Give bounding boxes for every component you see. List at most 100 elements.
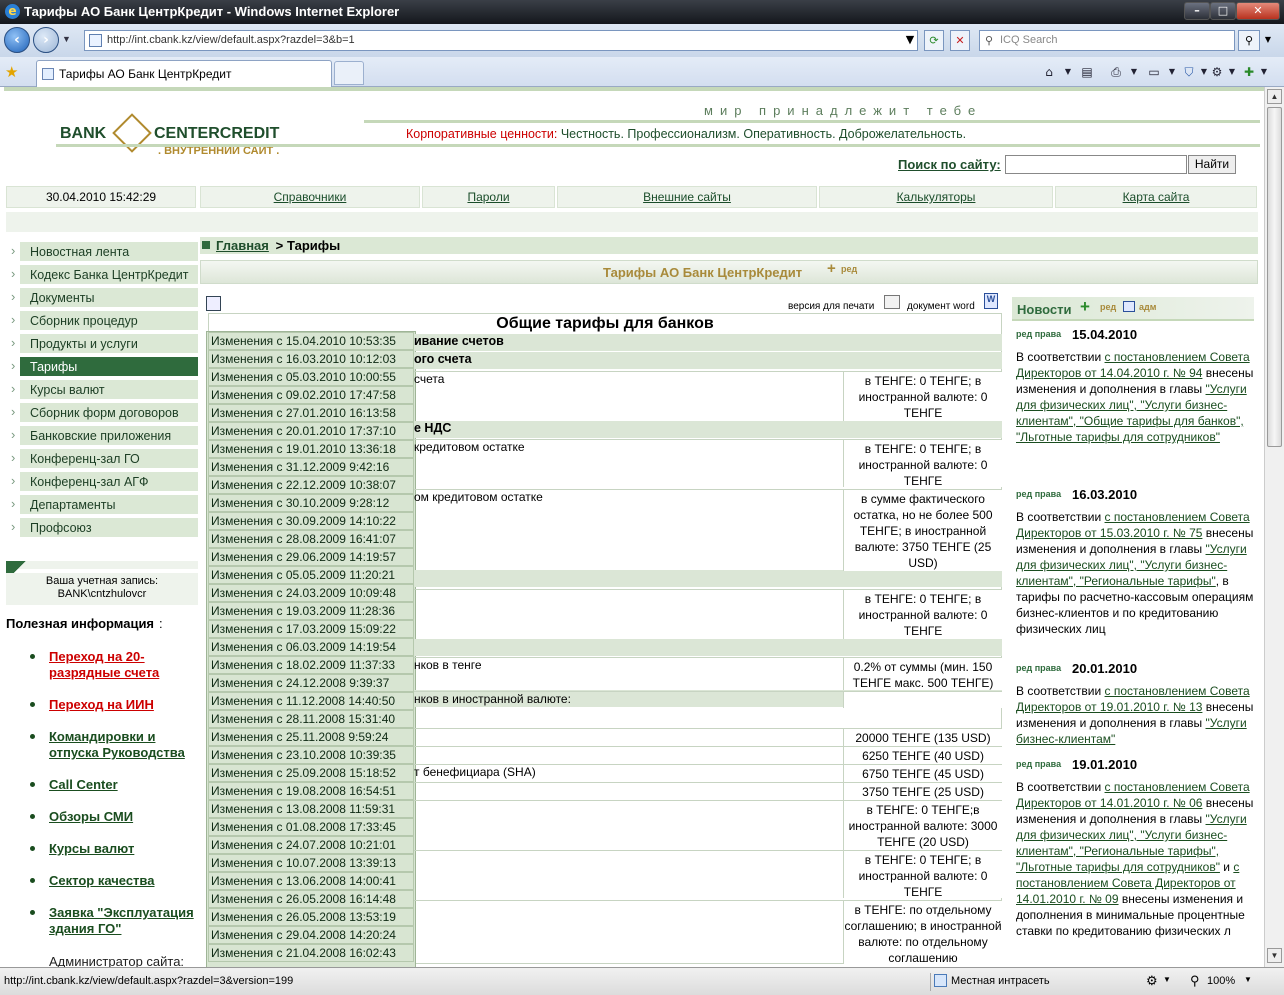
nav-external-sites[interactable]: Внешние сайты — [557, 186, 817, 208]
useful-link[interactable]: Переход на ИИН — [30, 697, 199, 713]
page-dropdown-icon[interactable]: ▼ — [1166, 62, 1178, 82]
print-version-link[interactable]: версия для печати — [788, 301, 874, 312]
minimize-button[interactable]: – — [1184, 2, 1210, 20]
news-meta[interactable]: ред права — [1016, 329, 1061, 339]
tools-gear-icon[interactable]: ⚙ — [1206, 62, 1228, 82]
stop-icon[interactable]: ✕ — [950, 30, 970, 51]
history-item[interactable]: Изменения с 11.12.2008 14:40:50 — [208, 692, 414, 710]
useful-link[interactable]: Сектор качества — [30, 873, 199, 889]
history-item[interactable]: Изменения с 18.02.2009 11:37:33 — [208, 656, 414, 674]
left-menu-item[interactable]: Документы — [11, 288, 198, 309]
nav-passwords[interactable]: Пароли — [422, 186, 555, 208]
history-item[interactable]: Изменения с 15.04.2010 10:53:35 — [208, 332, 414, 350]
history-item[interactable]: Изменения с 24.03.2009 10:09:48 — [208, 584, 414, 602]
research-icon[interactable]: ✚ — [1238, 62, 1260, 82]
search-go-icon[interactable]: ⚲ — [1238, 30, 1260, 51]
history-item[interactable]: Изменения с 13.08.2008 11:59:31 — [208, 800, 414, 818]
history-item[interactable]: Изменения с 19.08.2008 16:54:51 — [208, 782, 414, 800]
refresh-icon[interactable]: ⟳ — [924, 30, 944, 51]
useful-link[interactable]: Курсы валют — [30, 841, 199, 857]
history-item[interactable]: Изменения с 29.06.2009 14:19:57 — [208, 548, 414, 566]
nav-sitemap[interactable]: Карта сайта — [1055, 186, 1257, 208]
history-item[interactable]: Изменения с 13.06.2008 14:00:41 — [208, 872, 414, 890]
history-item[interactable]: Изменения с 25.11.2008 9:59:24 — [208, 728, 414, 746]
history-item[interactable]: Изменения с 24.12.2008 9:39:37 — [208, 674, 414, 692]
history-item[interactable]: Изменения с 10.07.2008 13:39:13 — [208, 854, 414, 872]
breadcrumb-home[interactable]: Главная — [216, 238, 269, 253]
page-header-edit-link[interactable]: ред — [841, 264, 857, 274]
add-tariff-icon[interactable]: + — [827, 260, 836, 277]
history-item[interactable]: Изменения с 28.08.2009 16:41:07 — [208, 530, 414, 548]
forward-button[interactable]: › — [33, 27, 59, 53]
news-meta[interactable]: ред права — [1016, 663, 1061, 673]
left-menu-item[interactable]: Конференц-зал ГО — [11, 449, 198, 470]
useful-link[interactable]: Командировки и отпуска Руководства — [30, 729, 199, 761]
history-item[interactable]: Изменения с 25.09.2008 15:18:52 — [208, 764, 414, 782]
search-options-icon[interactable]: ▼ — [1261, 30, 1275, 51]
print-icon-page[interactable] — [884, 295, 900, 309]
left-menu-item[interactable]: Тарифы — [11, 357, 198, 378]
history-item[interactable]: Изменения с 30.09.2009 14:10:22 — [208, 512, 414, 530]
maximize-button[interactable]: □ — [1210, 2, 1236, 20]
history-item[interactable]: Изменения с 22.12.2009 10:38:07 — [208, 476, 414, 494]
print-dropdown-icon[interactable]: ▼ — [1128, 62, 1140, 82]
nav-calculators[interactable]: Калькуляторы — [819, 186, 1053, 208]
close-window-button[interactable]: ✕ — [1236, 2, 1280, 20]
history-item[interactable]: Изменения с 16.03.2010 10:12:03 — [208, 350, 414, 368]
zoom-dropdown-icon[interactable]: ▼ — [1244, 975, 1252, 984]
zoom-icon[interactable]: ⚲ — [1190, 973, 1200, 989]
history-item[interactable]: Изменения с 01.08.2008 17:33:45 — [208, 818, 414, 836]
news-admin-icon[interactable] — [1123, 301, 1135, 312]
search-input[interactable]: ICQ Search — [979, 30, 1235, 51]
left-menu-item[interactable]: Курсы валют — [11, 380, 198, 401]
protected-dropdown-icon[interactable]: ▼ — [1163, 975, 1171, 984]
useful-link[interactable]: Call Center — [30, 777, 199, 793]
feeds-icon[interactable]: ▤ — [1076, 62, 1098, 82]
zoom-doc-icon[interactable] — [206, 296, 221, 311]
zoom-level[interactable]: 100% — [1207, 975, 1235, 987]
scroll-down-icon[interactable]: ▼ — [1267, 948, 1282, 963]
site-search-input[interactable] — [1005, 155, 1187, 174]
history-item[interactable]: Изменения с 24.07.2008 10:21:01 — [208, 836, 414, 854]
left-menu-item[interactable]: Конференц-зал АГФ — [11, 472, 198, 493]
address-bar[interactable]: http://int.cbank.kz/view/default.aspx?ra… — [84, 30, 918, 51]
favorites-star-icon[interactable]: ★ — [5, 63, 18, 81]
history-item[interactable]: Изменения с 06.03.2009 14:19:54 — [208, 638, 414, 656]
history-item[interactable]: Изменения с 30.10.2009 9:28:12 — [208, 494, 414, 512]
history-item[interactable]: Изменения с 23.10.2008 10:39:35 — [208, 746, 414, 764]
news-admin-link[interactable]: адм — [1139, 302, 1156, 312]
back-button[interactable]: ‹ — [4, 27, 30, 53]
left-menu-item[interactable]: Профсоюз — [11, 518, 198, 539]
history-item[interactable]: Изменения с 09.02.2010 17:47:58 — [208, 386, 414, 404]
history-item[interactable]: Изменения с 19.01.2010 13:36:18 — [208, 440, 414, 458]
site-search-button[interactable]: Найти — [1188, 155, 1236, 174]
news-meta[interactable]: ред права — [1016, 759, 1061, 769]
history-item[interactable]: Изменения с 21.04.2008 16:02:43 — [208, 944, 414, 962]
history-dropdown-icon[interactable]: ▼ — [62, 34, 71, 44]
history-item[interactable]: Изменения с 28.11.2008 15:31:40 — [208, 710, 414, 728]
history-item[interactable]: Изменения с 05.03.2010 10:00:55 — [208, 368, 414, 386]
left-menu-item[interactable]: Департаменты — [11, 495, 198, 516]
left-menu-item[interactable]: Кодекс Банка ЦентрКредит — [11, 265, 198, 286]
home-dropdown-icon[interactable]: ▼ — [1062, 62, 1074, 82]
useful-link[interactable]: Переход на 20-разрядные счета — [30, 649, 199, 681]
safety-icon[interactable]: ⛉ — [1178, 62, 1200, 82]
history-item[interactable]: Изменения с 17.03.2009 15:09:22 — [208, 620, 414, 638]
tab-active[interactable]: Тарифы АО Банк ЦентрКредит — [36, 60, 332, 87]
page-menu-icon[interactable]: ▭ — [1142, 62, 1166, 82]
left-menu-item[interactable]: Сборник форм договоров — [11, 403, 198, 424]
history-item[interactable]: Изменения с 29.04.2008 14:20:24 — [208, 926, 414, 944]
left-menu-item[interactable]: Продукты и услуги — [11, 334, 198, 355]
left-menu-item[interactable]: Сборник процедур — [11, 311, 198, 332]
history-item[interactable]: Изменения с 26.05.2008 16:14:48 — [208, 890, 414, 908]
history-item[interactable]: Изменения с 27.01.2010 16:13:58 — [208, 404, 414, 422]
word-doc-link[interactable]: документ word — [907, 301, 975, 312]
print-icon[interactable]: ⎙ — [1104, 62, 1128, 82]
word-icon[interactable]: W — [984, 293, 998, 309]
add-news-icon[interactable]: + — [1080, 297, 1090, 317]
home-icon[interactable]: ⌂ — [1037, 62, 1061, 82]
history-item[interactable]: Изменения с 20.01.2010 17:37:10 — [208, 422, 414, 440]
useful-link[interactable]: Заявка "Эксплуатация здания ГО" — [30, 905, 199, 937]
scroll-up-icon[interactable]: ▲ — [1267, 89, 1282, 104]
news-meta[interactable]: ред права — [1016, 489, 1061, 499]
